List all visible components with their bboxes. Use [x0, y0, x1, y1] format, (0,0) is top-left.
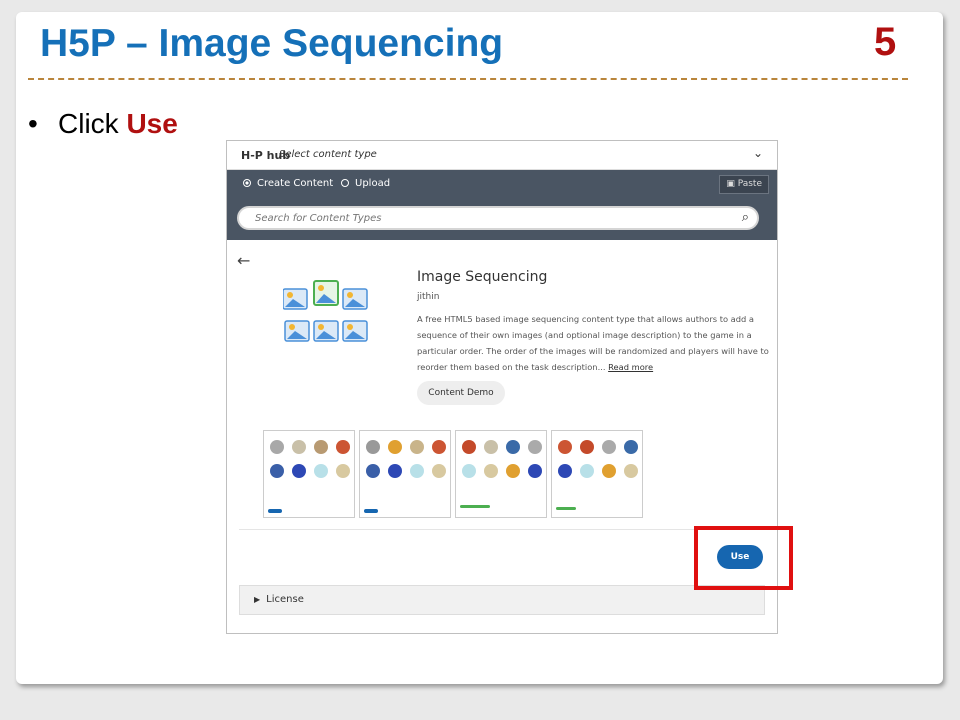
paste-label: Paste [737, 179, 762, 189]
tab-create-label: Create Content [257, 178, 334, 189]
read-more-link[interactable]: Read more [608, 362, 653, 372]
caret-right-icon: ▶ [254, 595, 261, 604]
radio-selected-icon [243, 179, 251, 187]
search-icon[interactable]: ⌕ [742, 210, 749, 225]
bullet-symbol: • [28, 108, 38, 139]
hub-tabs-bar: Create Content Upload ▣ Paste [227, 170, 777, 198]
image-sequencing-icon [283, 280, 368, 342]
thumbnail-planets [364, 440, 446, 513]
instruction-emphasis: Use [126, 108, 178, 139]
highlight-box [694, 526, 793, 590]
hub-header[interactable]: H-P hub Select content type ⌄ [227, 141, 777, 170]
instruction-bullet: • Click Use [28, 108, 178, 140]
gallery-thumbnail[interactable] [455, 430, 547, 518]
thumbnail-planets [556, 440, 638, 510]
content-type-title: Image Sequencing [417, 269, 548, 285]
tab-upload-label: Upload [355, 178, 391, 189]
search-input[interactable] [253, 212, 717, 225]
license-panel[interactable]: ▶ License [239, 585, 765, 615]
paste-button[interactable]: ▣ Paste [719, 175, 769, 194]
gallery-thumbnail[interactable] [263, 430, 355, 518]
description-text: A free HTML5 based image sequencing cont… [417, 314, 769, 372]
title-divider [28, 78, 908, 80]
divider [239, 529, 765, 530]
tab-create-content[interactable]: Create Content [243, 178, 333, 189]
gallery-thumbnail[interactable] [359, 430, 451, 518]
search-box[interactable]: ⌕ [237, 206, 759, 230]
thumbnail-planets [268, 440, 350, 513]
instruction-text: Click [58, 108, 127, 139]
radio-icon [341, 179, 349, 187]
thumbnail-planets [460, 440, 542, 508]
content-type-author: jithin [417, 292, 440, 302]
gallery-thumbnail[interactable] [551, 430, 643, 518]
license-label: License [266, 594, 304, 605]
back-arrow-icon[interactable]: ← [237, 251, 250, 270]
slide-title: H5P – Image Sequencing [40, 22, 504, 65]
screenshot-gallery [263, 430, 643, 518]
chevron-down-icon[interactable]: ⌄ [753, 146, 763, 160]
slide-number: 5 [874, 20, 897, 64]
tab-upload[interactable]: Upload [341, 178, 390, 189]
content-type-description: A free HTML5 based image sequencing cont… [417, 311, 769, 375]
content-demo-button[interactable]: Content Demo [417, 381, 505, 405]
search-bar: ⌕ [227, 198, 777, 240]
select-content-type-label: Select content type [279, 149, 377, 160]
